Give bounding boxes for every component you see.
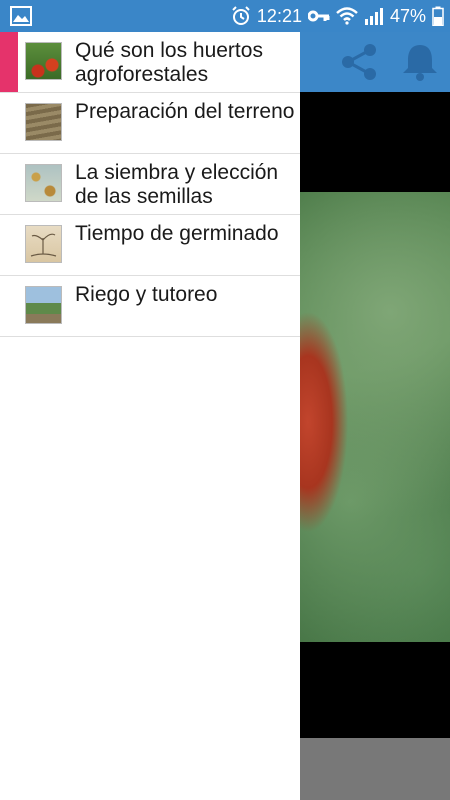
seeds-thumbnail	[25, 164, 62, 202]
navigation-drawer: Qué son los huertos agroforestales Prepa…	[0, 32, 300, 800]
share-icon[interactable]	[336, 42, 384, 82]
bell-icon[interactable]	[398, 42, 442, 82]
drawer-item-siembra[interactable]: La siembra y elección de las semillas	[0, 154, 300, 215]
drawer-item-riego[interactable]: Riego y tutoreo	[0, 276, 300, 337]
sketch-thumbnail	[25, 225, 62, 263]
tomatoes-thumbnail	[25, 42, 62, 80]
drawer-item-germinado[interactable]: Tiempo de germinado	[0, 215, 300, 276]
garden-thumbnail	[25, 286, 62, 324]
battery-percent: 47%	[389, 5, 426, 26]
drawer-item-huertos[interactable]: Qué son los huertos agroforestales	[0, 32, 300, 93]
key-icon	[307, 10, 330, 22]
bottom-panel	[300, 738, 450, 800]
alarm-icon	[232, 6, 250, 25]
drawer-item-label: La siembra y elección de las semillas	[75, 161, 279, 208]
tree-sketch-icon	[30, 233, 57, 257]
plowed-field-thumbnail	[25, 103, 62, 141]
signal-icon	[364, 8, 383, 25]
clock-time: 12:21	[256, 5, 302, 26]
drawer-item-label: Preparación del terreno	[75, 100, 295, 123]
battery-icon	[432, 6, 444, 26]
drawer-item-label: Qué son los huertos agroforestales	[75, 39, 263, 86]
image-icon	[10, 6, 32, 26]
drawer-item-terreno[interactable]: Preparación del terreno	[0, 93, 300, 154]
drawer-item-label: Tiempo de germinado	[75, 222, 279, 245]
wifi-icon	[336, 7, 358, 25]
drawer-item-label: Riego y tutoreo	[75, 283, 218, 306]
header-photo	[300, 192, 450, 642]
status-bar: 12:21 47%	[0, 0, 450, 32]
